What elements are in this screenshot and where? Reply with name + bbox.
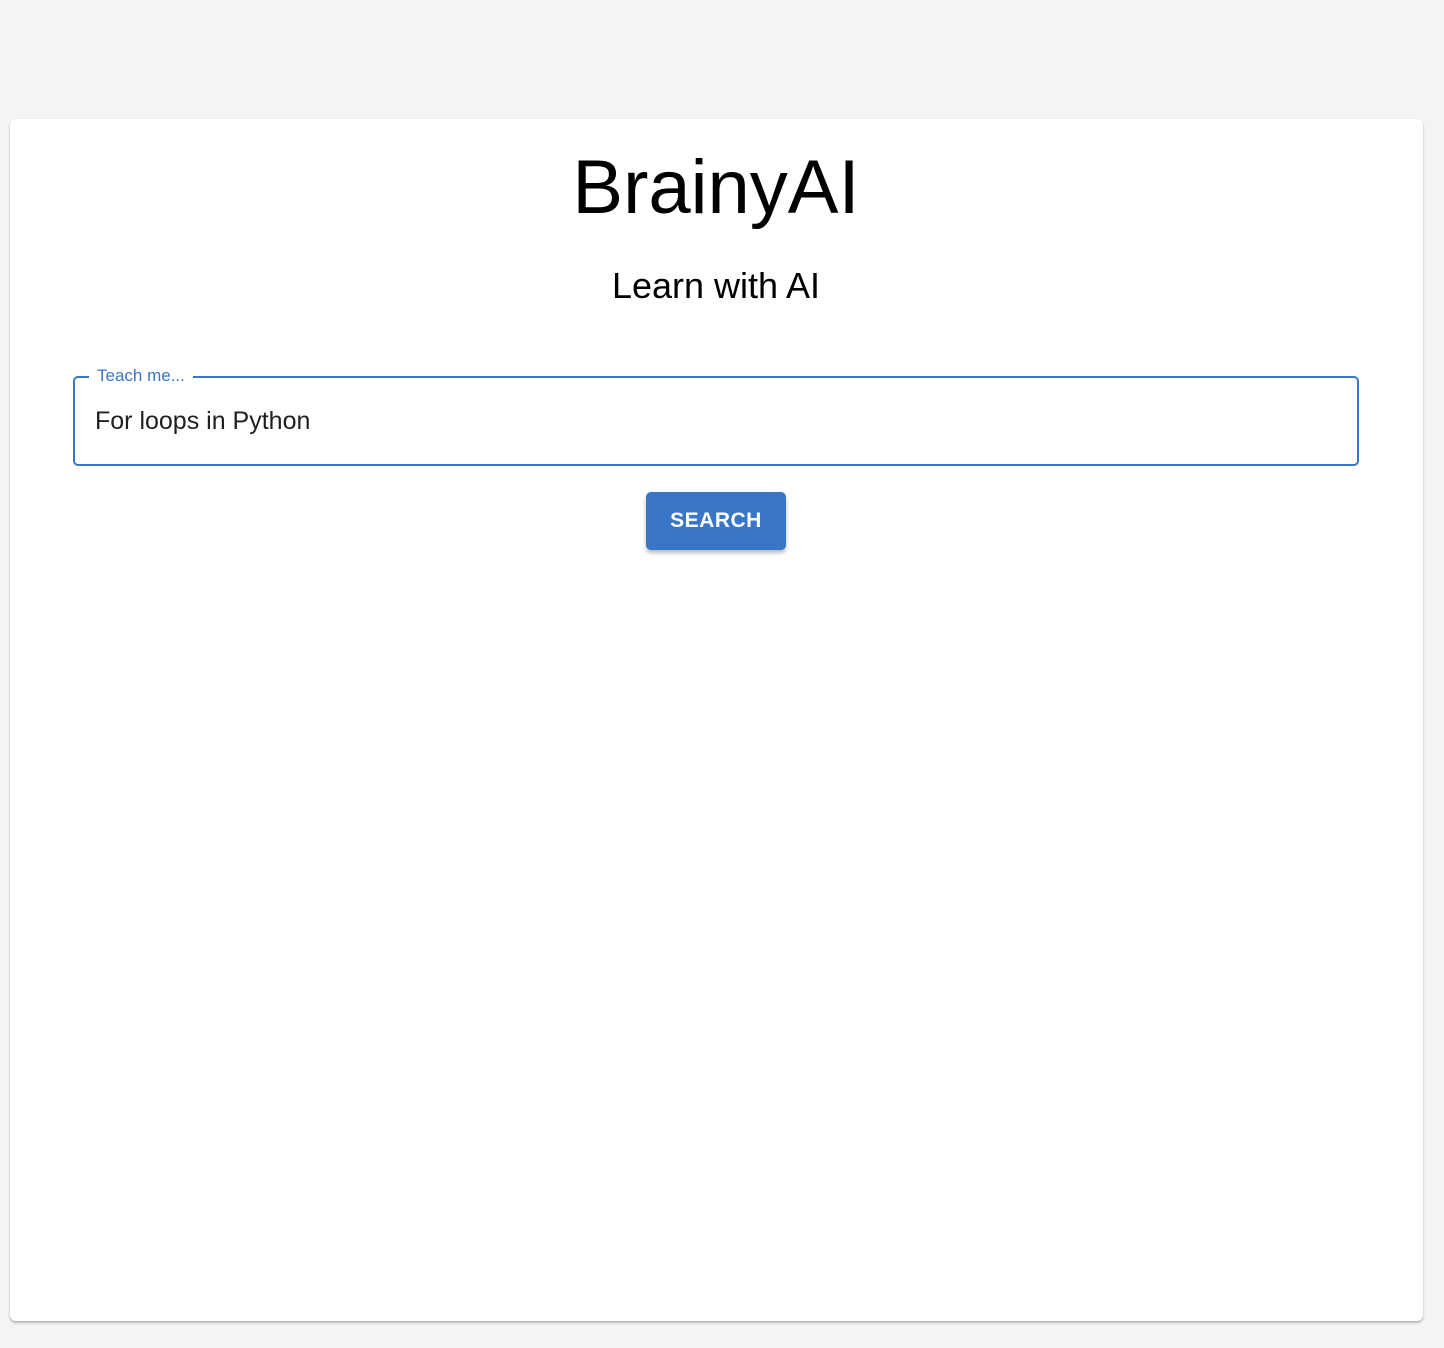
search-field-label: Teach me... xyxy=(89,365,193,387)
app-title: BrainyAI xyxy=(572,145,860,230)
app-subtitle: Learn with AI xyxy=(611,265,821,306)
page-root: BrainyAI Learn with AI Teach me... SEARC… xyxy=(0,0,1444,1348)
search-field[interactable]: Teach me... xyxy=(73,365,1359,466)
search-input[interactable] xyxy=(95,400,1335,442)
search-button[interactable]: SEARCH xyxy=(646,492,786,550)
